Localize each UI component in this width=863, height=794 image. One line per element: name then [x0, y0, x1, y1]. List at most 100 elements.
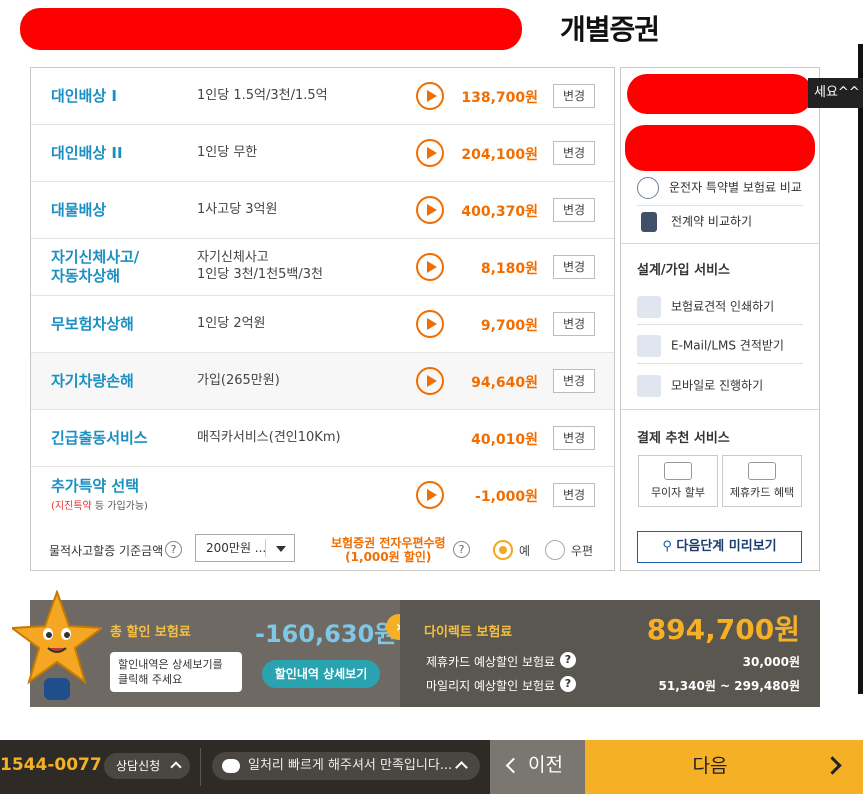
radio-mail-label: 우편 [571, 544, 594, 558]
mobile-continue-link[interactable]: 모바일로 진행하기 [637, 375, 763, 397]
coverage-name: 자기신체사고/ 자동차상해 [51, 248, 139, 286]
help-icon[interactable]: ? [165, 541, 182, 558]
side-link-label: 모바일로 진행하기 [671, 378, 764, 393]
mobile-icon [637, 375, 661, 397]
help-icon[interactable]: ? [560, 652, 576, 668]
coverage-detail: 1인당 1.5억/3천/1.5억 [197, 88, 328, 103]
chevron-right-icon [823, 756, 842, 775]
change-button[interactable]: 변경 [553, 255, 595, 279]
compare-previous-contract-link[interactable]: 전계약 비교하기 [637, 212, 752, 232]
coverage-price: 9,700원 [480, 318, 538, 334]
radio-yes[interactable] [493, 540, 513, 560]
coverage-name: 무보험차상해 [51, 315, 134, 333]
review-ticker[interactable]: 일처리 빠르게 해주셔서 만족입니다... [212, 752, 480, 780]
printer-icon [637, 296, 661, 318]
play-icon[interactable] [416, 253, 444, 281]
coverage-name: 대인배상 I [51, 87, 118, 105]
deductible-value: 200만원 ... [206, 541, 267, 555]
card-discount-value: 30,000원 [742, 655, 800, 669]
coverage-note: (지진특약 등 가입가능) [51, 497, 148, 512]
bottom-bar: 1544-0077 상담신청 일처리 빠르게 해주셔서 만족입니다... 이전 … [0, 740, 863, 794]
coverage-detail: 매직카서비스(견인10Km) [197, 430, 341, 445]
coverage-name[interactable]: 추가특약 선택 [51, 477, 139, 496]
divider [637, 205, 803, 206]
chevron-left-icon [505, 757, 522, 774]
play-icon[interactable] [416, 367, 444, 395]
coverage-detail-line: 자기신체사고 [197, 250, 269, 265]
coverage-row: 긴급출동서비스 매직카서비스(견인10Km) 40,010원 변경 [31, 410, 614, 467]
help-icon[interactable]: ? [560, 676, 576, 692]
change-button[interactable]: 변경 [553, 369, 595, 393]
credit-card-icon [748, 462, 776, 480]
coverage-price: 94,640원 [471, 375, 538, 391]
coverage-row: 자기차량손해 가입(265만원) 94,640원 변경 [31, 353, 614, 410]
deductible-label: 물적사고할증 기준금액 [49, 544, 164, 558]
coverage-name-line: 자동차상해 [51, 267, 121, 285]
change-button[interactable]: 변경 [553, 141, 595, 165]
compare-driver-rider-link[interactable]: 운전자 특약별 보험료 비교 [637, 177, 802, 199]
coverage-price: 8,180원 [480, 261, 538, 277]
divider [621, 243, 819, 244]
deductible-select[interactable]: 200만원 ... [195, 534, 295, 562]
consult-label: 상담신청 [116, 759, 161, 773]
payment-option-label: 무이자 할부 [650, 486, 706, 499]
coverage-row: 대인배상 II 1인당 무한 204,100원 변경 [31, 125, 614, 182]
divider [200, 748, 201, 786]
direct-premium-label: 다이렉트 보험료 [424, 625, 513, 640]
mileage-discount-value: 51,340원 ~ 299,480원 [658, 679, 800, 693]
email-lms-quote-link[interactable]: E-Mail/LMS 견적받기 [637, 335, 784, 357]
side-link-label: 운전자 특약별 보험료 비교 [669, 180, 802, 195]
change-button[interactable]: 변경 [553, 426, 595, 450]
star-mascot-icon [12, 590, 102, 700]
payment-service-heading: 결제 추천 서비스 [637, 431, 730, 446]
play-icon[interactable] [416, 481, 444, 509]
coverage-detail: 가입(265만원) [197, 373, 280, 388]
change-button[interactable]: 변경 [553, 483, 595, 507]
coverage-detail: 1인당 2억원 [197, 316, 266, 331]
redacted-side-info [627, 74, 813, 114]
discount-detail-button[interactable]: 할인내역 상세보기 [262, 660, 380, 688]
interest-free-installment-option[interactable]: 무이자 할부 [638, 455, 718, 507]
chevron-down-icon [276, 546, 286, 552]
play-icon[interactable] [416, 310, 444, 338]
epost-label-line: 보험증권 전자우편수령 [331, 536, 446, 550]
side-link-label: 보험료견적 인쇄하기 [671, 299, 775, 314]
coverage-name: 대물배상 [51, 201, 107, 219]
play-icon[interactable] [416, 196, 444, 224]
coverage-row: 대물배상 1사고당 3억원 400,370원 변경 [31, 182, 614, 239]
redacted-side-info [625, 125, 815, 171]
radio-mail[interactable] [545, 540, 565, 560]
page-title: 개별증권 [560, 13, 660, 46]
epost-discount: (1,000원 할인) [345, 550, 432, 564]
print-quote-link[interactable]: 보험료견적 인쇄하기 [637, 296, 774, 318]
change-button[interactable]: 변경 [553, 198, 595, 222]
consult-request-button[interactable]: 상담신청 [104, 753, 190, 779]
help-icon[interactable]: ? [453, 541, 470, 558]
next-label: 다음 [692, 755, 728, 777]
hint-line: 클릭해 주세요 [118, 673, 183, 686]
hint-line: 할인내역은 상세보기를 [118, 658, 223, 671]
partner-card-benefit-option[interactable]: 제휴카드 혜택 [722, 455, 802, 507]
next-button[interactable]: 다음 [585, 740, 863, 794]
chat-bubble-icon [222, 759, 240, 773]
direct-premium-value: 894,700원 [646, 613, 800, 646]
coverage-name: 대인배상 II [51, 144, 123, 162]
change-button[interactable]: 변경 [553, 312, 595, 336]
design-service-heading: 설계/가입 서비스 [637, 263, 730, 278]
next-step-preview-button[interactable]: ⚲ 다음단계 미리보기 [637, 531, 802, 563]
play-icon[interactable] [416, 139, 444, 167]
card-discount-label: 제휴카드 예상할인 보험료 [426, 655, 556, 669]
change-button[interactable]: 변경 [553, 84, 595, 108]
search-icon: ⚲ [662, 539, 672, 554]
preview-label: 다음단계 미리보기 [676, 539, 777, 554]
prev-button[interactable]: 이전 [490, 740, 585, 794]
coverage-detail: 1인당 무한 [197, 145, 258, 160]
coverage-detail: 1사고당 3억원 [197, 202, 278, 217]
redacted-header-banner [20, 8, 522, 50]
total-discount-value: -160,630원 [255, 620, 397, 648]
divider [621, 409, 819, 410]
bookmark-icon [641, 212, 657, 232]
coverage-footer: 물적사고할증 기준금액 ? 200만원 ... 보험증권 전자우편수령 (1,0… [31, 530, 614, 570]
coverage-name: 긴급출동서비스 [51, 429, 148, 447]
play-icon[interactable] [416, 82, 444, 110]
